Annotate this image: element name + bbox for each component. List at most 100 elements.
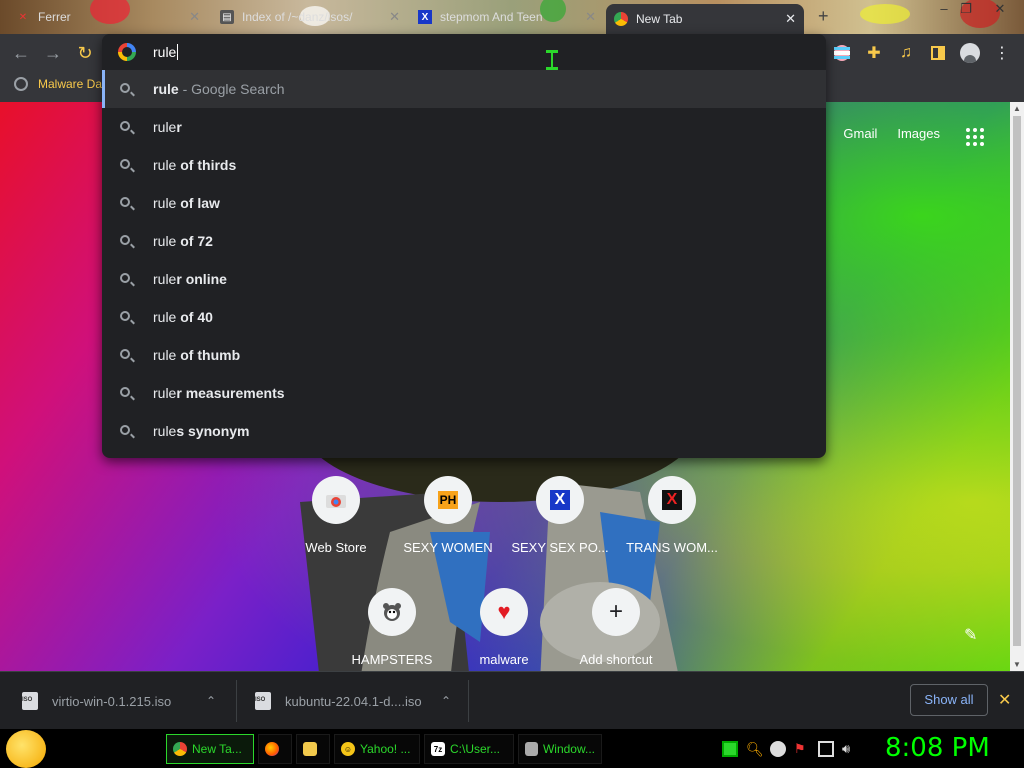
suggestion-item[interactable]: ruler online [102, 260, 826, 298]
close-icon[interactable]: ✕ [785, 11, 796, 27]
suggestion-item[interactable]: rule of thirds [102, 146, 826, 184]
chevron-up-icon[interactable]: ⌃ [441, 694, 451, 708]
heart-icon: ♥ [480, 588, 528, 636]
suggestion-item[interactable]: rule of 72 [102, 222, 826, 260]
download-item[interactable]: kubuntu-22.04.1-d....iso ⌃ [255, 672, 467, 730]
menu-kebab-icon[interactable]: ⋮ [992, 43, 1012, 63]
tray-emoji-icon[interactable] [770, 741, 786, 757]
profile-avatar[interactable] [960, 43, 980, 63]
suggestion-item[interactable]: rule - Google Search [102, 70, 826, 108]
chevron-up-icon[interactable]: ⌃ [206, 694, 216, 708]
reload-button[interactable]: ↻ [74, 42, 96, 64]
scroll-down-icon[interactable]: ▼ [1013, 660, 1021, 669]
close-icon[interactable]: ✕ [998, 690, 1011, 710]
window-close-icon[interactable]: ✕ [984, 0, 1016, 18]
system-clock[interactable]: 8:08 PM [885, 733, 990, 763]
taskbar-folder[interactable] [296, 734, 330, 764]
suggestion-item[interactable]: rule of 40 [102, 298, 826, 336]
network-icon[interactable] [818, 741, 834, 757]
flag-extension-icon[interactable] [832, 43, 852, 63]
media-icon[interactable]: ♫ [896, 43, 916, 63]
suggestion-text: ruler [153, 119, 182, 135]
add-shortcut-button[interactable]: + Add shortcut [560, 588, 672, 667]
shortcut-web-store[interactable]: Web Store [280, 476, 392, 555]
shortcut-label: SEXY SEX PO... [511, 540, 609, 555]
shortcut-trans-wom[interactable]: X TRANS WOM... [616, 476, 728, 555]
suggestion-text: rule of 40 [153, 309, 213, 325]
tab-new-tab[interactable]: New Tab ✕ [606, 4, 804, 34]
volume-icon[interactable]: 🔊︎ [842, 741, 858, 757]
back-button[interactable]: ← [10, 42, 32, 64]
tray-green-icon[interactable] [722, 741, 738, 757]
side-panel-icon[interactable] [928, 43, 948, 63]
shortcut-hampsters[interactable]: HAMPSTERS [336, 588, 448, 667]
address-bar[interactable]: rule [102, 34, 826, 70]
extensions-icon[interactable]: ✚ [864, 43, 884, 63]
downloads-shelf: virtio-win-0.1.215.iso ⌃ kubuntu-22.04.1… [0, 671, 1024, 729]
taskbar-yahoo[interactable]: ☺ Yahoo! ... [334, 734, 420, 764]
images-link[interactable]: Images [897, 126, 940, 141]
show-all-button[interactable]: Show all [910, 684, 988, 716]
flag-icon[interactable]: ⚑ [794, 741, 810, 757]
tab-ferrer[interactable]: ✕ Ferrer ✕ [8, 4, 208, 30]
customize-pencil-icon[interactable]: ✎ [964, 625, 984, 645]
taskbar-window[interactable]: Window... [518, 734, 602, 764]
suggestion-item[interactable]: rules synonym [102, 412, 826, 450]
scroll-thumb[interactable] [1013, 116, 1021, 646]
bookmark-malware[interactable]: Malware Da [14, 77, 102, 91]
close-icon[interactable]: ✕ [189, 9, 200, 25]
x-icon: ✕ [18, 11, 28, 23]
window-icon [525, 742, 538, 756]
scroll-up-icon[interactable]: ▲ [1013, 104, 1021, 113]
close-icon[interactable]: ✕ [389, 9, 400, 25]
tab-stepmom[interactable]: X stepmom And Teen ✕ [410, 4, 604, 30]
taskbar-7zip[interactable]: 7z C:\User... [424, 734, 514, 764]
shortcut-sexy-sex-po[interactable]: X SEXY SEX PO... [504, 476, 616, 555]
gmail-link[interactable]: Gmail [843, 126, 877, 141]
download-filename: kubuntu-22.04.1-d....iso [285, 693, 422, 709]
web-store-icon [312, 476, 360, 524]
search-icon [120, 425, 130, 435]
shortcut-label: SEXY WOMEN [403, 540, 493, 555]
7zip-icon: 7z [431, 742, 445, 756]
taskbar-label: C:\User... [450, 742, 501, 756]
search-icon [120, 197, 130, 207]
suggestion-text: rule - Google Search [153, 81, 285, 97]
firefox-icon [265, 742, 279, 756]
chrome-icon [614, 12, 628, 26]
download-item[interactable]: virtio-win-0.1.215.iso ⌃ [22, 672, 234, 730]
taskbar-chrome[interactable]: New Ta... [166, 734, 254, 764]
address-input[interactable]: rule [153, 44, 179, 60]
page-scrollbar[interactable]: ▲ ▼ [1010, 102, 1024, 671]
x-site-icon: X [418, 10, 432, 24]
search-icon [120, 387, 130, 397]
start-button-emoji-icon[interactable] [6, 730, 46, 768]
suggestion-item[interactable]: ruler measurements [102, 374, 826, 412]
plus-icon: + [592, 588, 640, 636]
close-icon[interactable]: ✕ [585, 9, 596, 25]
search-icon [120, 235, 130, 245]
tab-index[interactable]: ▤ Index of /~danz/isos/ ✕ [212, 4, 408, 30]
shortcut-sexy-women[interactable]: PH SEXY WOMEN [392, 476, 504, 555]
new-tab-button[interactable]: + [818, 6, 829, 27]
iso-file-icon [255, 692, 271, 710]
suggestion-item[interactable]: rule of thumb [102, 336, 826, 374]
suggestion-item[interactable]: ruler [102, 108, 826, 146]
search-icon [120, 273, 130, 283]
apps-grid-icon[interactable] [966, 128, 984, 146]
search-icon [120, 349, 130, 359]
taskbar-firefox[interactable] [258, 734, 292, 764]
forward-button[interactable]: → [42, 42, 64, 64]
suggestion-text: rule of 72 [153, 233, 213, 249]
suggestion-text: ruler online [153, 271, 227, 287]
shortcut-malware[interactable]: ♥ malware [448, 588, 560, 667]
taskbar-label: New Ta... [192, 742, 242, 756]
x-blue-icon: X [536, 476, 584, 524]
tab-title: New Tab [636, 12, 683, 26]
search-icon[interactable]: 🔍︎ [746, 741, 764, 757]
taskbar: New Ta... ☺ Yahoo! ... 7z C:\User... Win… [0, 729, 1024, 768]
search-icon [120, 311, 130, 321]
shortcut-label: Add shortcut [579, 652, 653, 667]
suggestion-item[interactable]: rule of law [102, 184, 826, 222]
restore-icon[interactable]: ❐ [950, 0, 982, 18]
